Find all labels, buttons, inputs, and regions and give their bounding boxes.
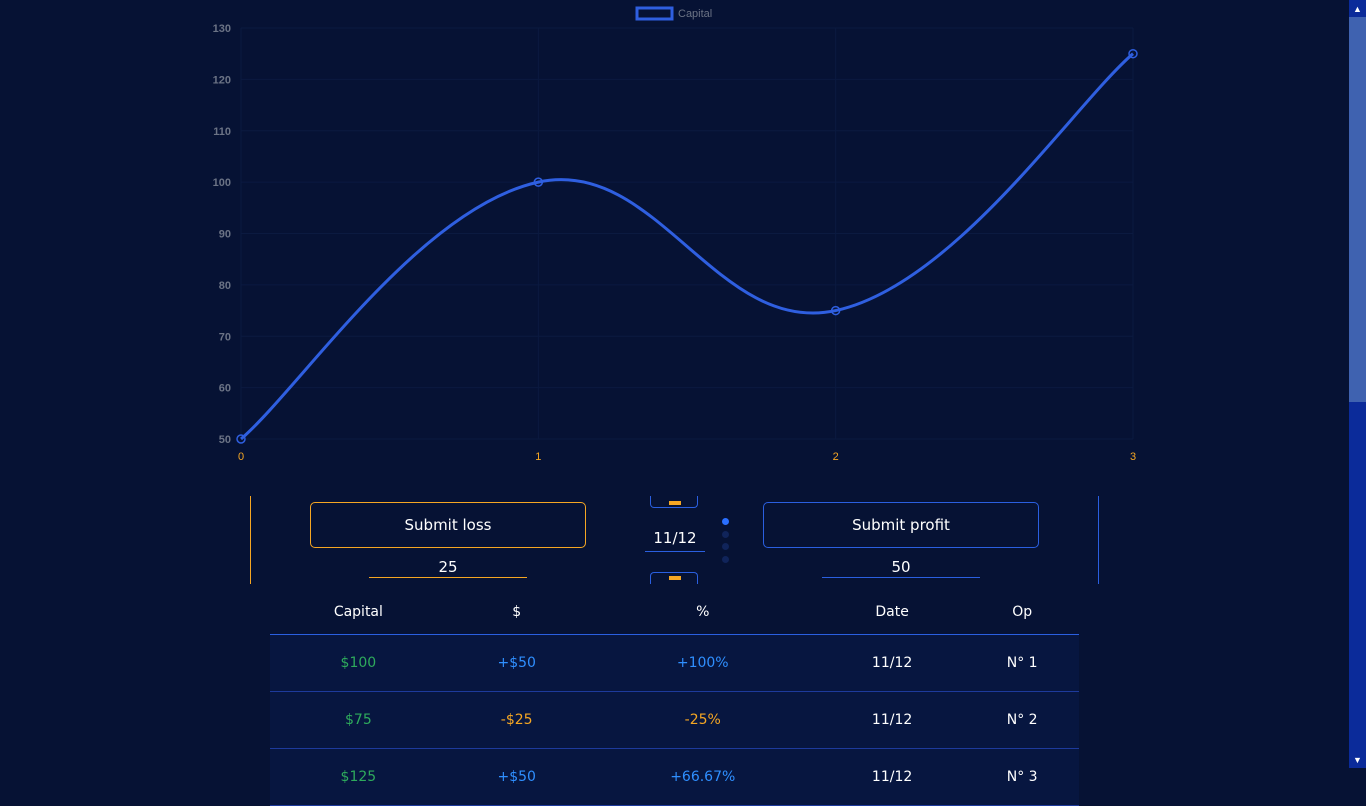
cell-date: 11/12 [818,748,966,806]
series-line-capital [240,52,1134,441]
x-tick-label: 1 [535,451,541,463]
cell-capital: $125 [270,748,447,806]
x-tick-label: 2 [833,451,839,463]
y-tick-label: 130 [213,23,231,35]
y-tick-label: 60 [219,383,231,395]
cell-op: N° 2 [965,691,1079,749]
profit-amount-input[interactable]: 50 [822,558,980,578]
page-dot-4[interactable] [722,555,729,563]
capital-line-chart: 50 60 70 80 90 100 110 120 130 0 1 2 3 Capital [213,6,1138,463]
y-tick-label: 120 [213,74,231,86]
legend-swatch [635,6,674,21]
x-tick-label: 3 [1130,451,1136,463]
page-dot-3[interactable] [722,543,729,550]
header-percent: % [586,590,819,635]
submit-loss-button[interactable]: Submit loss [310,502,586,548]
x-tick-label: 0 [238,451,244,463]
y-tick-label: 90 [219,229,231,241]
cell-capital: $100 [270,634,447,692]
scroll-up-icon[interactable]: ▲ [1349,0,1366,17]
operations-table: Capital $ % Date Op $100 +$50 +100% 11/1… [270,590,1079,806]
y-tick-label: 100 [213,177,231,189]
cell-percent: +100% [586,634,819,692]
table-header-row: Capital $ % Date Op [270,590,1079,635]
header-date: Date [818,590,966,635]
table-row: $125 +$50 +66.67% 11/12 N° 3 [270,748,1079,806]
table-row: $75 -$25 -25% 11/12 N° 2 [270,691,1079,749]
cell-date: 11/12 [818,691,966,749]
loss-amount-input[interactable]: 25 [369,558,527,578]
y-tick-label: 50 [219,434,231,446]
cell-op: N° 3 [965,748,1079,806]
cell-amount: -$25 [446,691,587,749]
operation-panel: Submit loss 25 11/12 Submit profit 50 [250,496,1099,584]
chevron-down-icon [669,576,681,580]
date-field[interactable]: 11/12 [645,529,705,552]
legend-label: Capital [678,8,712,20]
pagination-dots [722,518,729,568]
cell-amount: +$50 [446,634,587,692]
header-op: Op [965,590,1079,635]
scrollbar-thumb[interactable] [1349,17,1366,402]
y-tick-label: 80 [219,280,231,292]
vertical-scrollbar[interactable]: ▲ ▼ [1349,0,1366,768]
scroll-down-icon[interactable]: ▼ [1349,751,1366,768]
header-amount: $ [446,590,587,635]
y-tick-label: 110 [213,126,231,138]
cell-percent: +66.67% [586,748,819,806]
cell-percent: -25% [586,691,819,749]
chevron-up-icon [669,501,681,505]
y-tick-label: 70 [219,331,231,343]
cell-date: 11/12 [818,634,966,692]
submit-profit-button[interactable]: Submit profit [763,502,1039,548]
date-decrement-button[interactable] [650,572,698,584]
date-increment-button[interactable] [650,496,698,508]
cell-amount: +$50 [446,748,587,806]
page-dot-2[interactable] [722,530,729,538]
cell-capital: $75 [270,691,447,749]
header-capital: Capital [270,590,447,635]
cell-op: N° 1 [965,634,1079,692]
table-row: $100 +$50 +100% 11/12 N° 1 [270,634,1079,692]
page-dot-1[interactable] [722,518,729,525]
